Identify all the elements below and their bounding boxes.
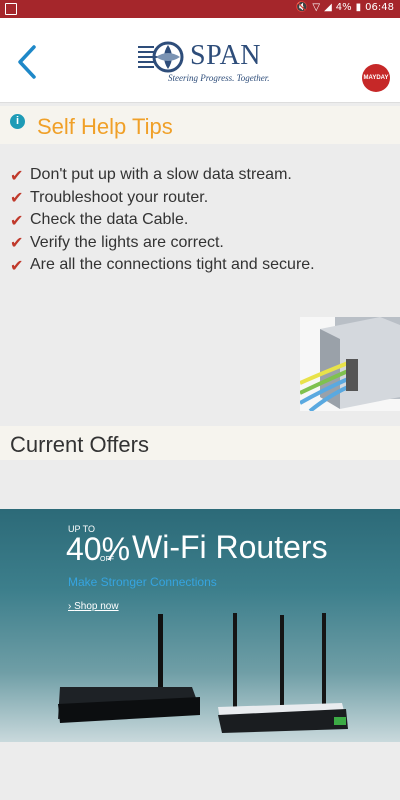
list-item: ✔ Don't put up with a slow data stream.: [10, 164, 390, 187]
span-logo: SPAN Steering Progress. Together.: [138, 40, 270, 88]
tip-text: Verify the lights are correct.: [30, 233, 224, 251]
list-item: ✔ Are all the connections tight and secur…: [10, 254, 390, 277]
tips-list: ✔ Don't put up with a slow data stream. ✔…: [10, 164, 390, 277]
mayday-label: MAYDAY: [363, 75, 389, 81]
check-icon: ✔: [10, 233, 24, 253]
gallery-notification-icon: [5, 3, 17, 15]
tip-text: Don't put up with a slow data stream.: [30, 166, 292, 184]
battery-icon: ▮: [355, 2, 362, 13]
wifi-icon: ▽: [312, 2, 321, 13]
check-icon: ✔: [10, 165, 24, 185]
mute-icon: 🔇: [295, 2, 309, 13]
check-icon: ✔: [10, 255, 24, 275]
chevron-left-icon: [18, 45, 36, 79]
tip-text: Troubleshoot your router.: [30, 188, 209, 206]
banner-subtitle: Make Stronger Connections: [68, 575, 217, 589]
check-icon: ✔: [10, 188, 24, 208]
list-item: ✔ Verify the lights are correct.: [10, 232, 390, 255]
router-illustration: [300, 317, 400, 411]
logo-tagline: Steering Progress. Together.: [168, 73, 270, 83]
check-icon: ✔: [10, 210, 24, 230]
status-icons: 🔇 ▽ ◢ 4% ▮ 06:48: [296, 2, 394, 13]
router-cables-image: [300, 317, 400, 411]
banner-headline: Wi-Fi Routers: [132, 529, 328, 565]
self-help-header: i Self Help Tips: [0, 106, 400, 144]
logo-emblem-icon: [138, 41, 184, 73]
info-icon: i: [10, 114, 25, 129]
self-help-title: Self Help Tips: [37, 114, 173, 139]
logo-wordmark: SPAN: [190, 40, 262, 71]
current-offers-header: Current Offers: [0, 426, 400, 460]
wifi-routers-offer-banner[interactable]: UP TO 40% OFF Wi-Fi Routers Make Stronge…: [0, 509, 400, 742]
list-item: ✔ Check the data Cable.: [10, 209, 390, 232]
back-button[interactable]: [14, 44, 40, 80]
clock: 06:48: [365, 2, 394, 13]
tip-text: Are all the connections tight and secure…: [30, 256, 315, 274]
banner-percent: 40%: [66, 531, 131, 567]
battery-percent: 4%: [335, 2, 352, 13]
banner-off: OFF: [100, 556, 114, 563]
shop-now-link[interactable]: › Shop now: [68, 601, 119, 612]
tip-text: Check the data Cable.: [30, 211, 189, 229]
status-bar: 🔇 ▽ ◢ 4% ▮ 06:48: [0, 0, 400, 18]
current-offers-title: Current Offers: [10, 432, 149, 457]
app-header: SPAN Steering Progress. Together. MAYDAY: [0, 18, 400, 103]
shop-now-label: Shop now: [74, 601, 119, 612]
mayday-button[interactable]: MAYDAY: [362, 64, 390, 92]
list-item: ✔ Troubleshoot your router.: [10, 187, 390, 210]
signal-icon: ◢: [324, 2, 332, 13]
